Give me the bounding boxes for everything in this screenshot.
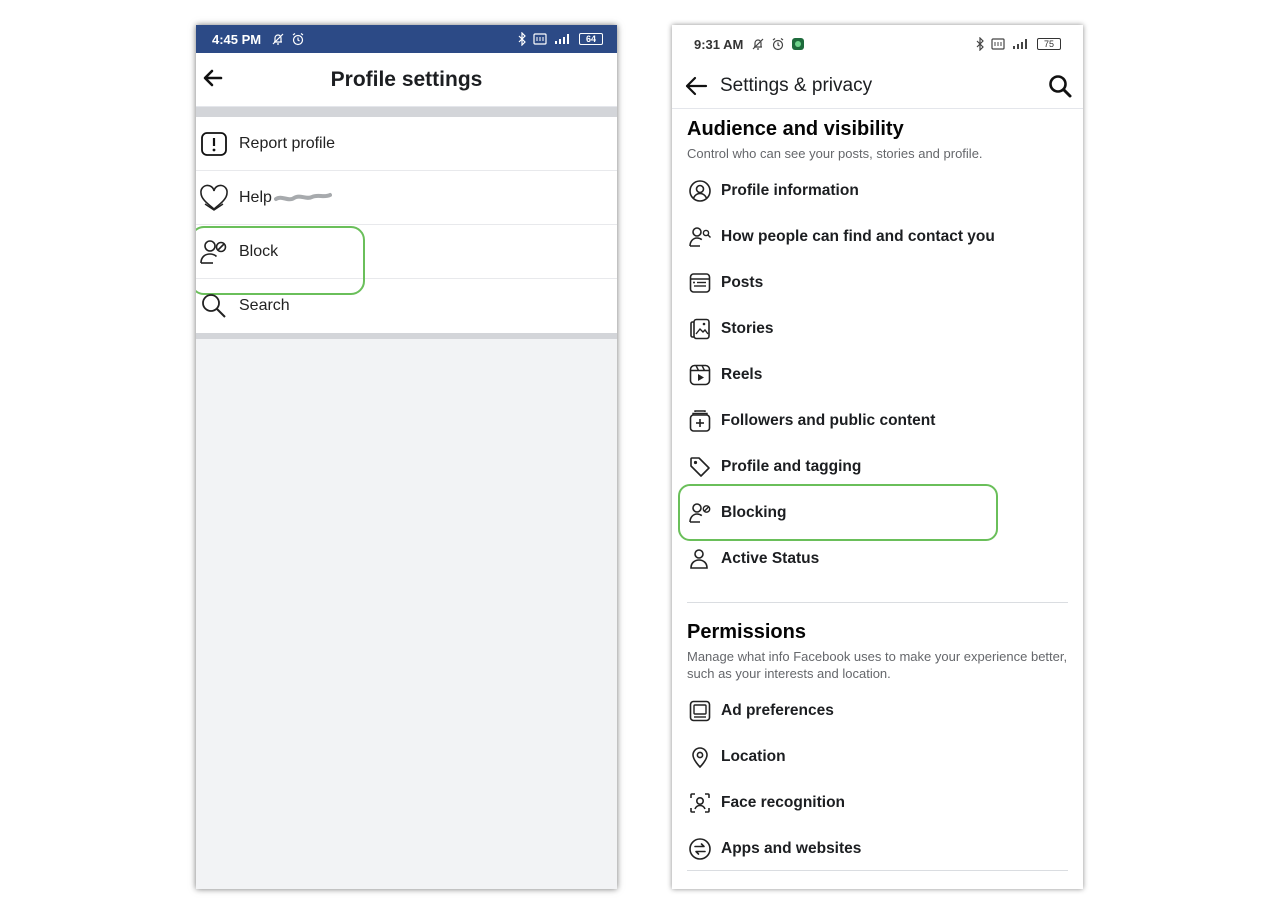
- volte-icon: [533, 33, 547, 45]
- bluetooth-icon: [517, 32, 527, 46]
- battery-indicator: 75: [1037, 38, 1061, 50]
- audience-list: Profile information How people can find …: [678, 168, 1068, 582]
- settings-item-face-recognition[interactable]: Face recognition: [687, 780, 1068, 826]
- settings-item-label: How people can find and contact you: [721, 228, 995, 245]
- permissions-section: Permissions Manage what info Facebook us…: [672, 621, 1083, 872]
- settings-item-stories[interactable]: Stories: [687, 306, 1068, 352]
- app-notification-icon: [791, 37, 805, 51]
- settings-item-apps-websites[interactable]: Apps and websites: [687, 826, 1068, 872]
- phone-screen-settings-privacy: 9:31 AM 75 Settings & privacy Audience a…: [672, 25, 1083, 889]
- status-time: 4:45 PM: [212, 31, 262, 47]
- redaction-scribble: [273, 192, 332, 204]
- bottom-divider: [687, 870, 1068, 871]
- section-description: Control who can see your posts, stories …: [687, 146, 983, 161]
- permissions-list: Ad preferences Location Face recognition…: [687, 688, 1068, 872]
- user-block-icon: [198, 236, 230, 268]
- settings-item-label: Ad preferences: [721, 702, 834, 719]
- stories-icon: [687, 316, 713, 342]
- reels-icon: [687, 362, 713, 388]
- settings-item-label: Blocking: [721, 504, 787, 521]
- signal-icon: [553, 33, 573, 45]
- section-description: Manage what info Facebook uses to make y…: [687, 649, 1068, 681]
- settings-item-find-contact[interactable]: How people can find and contact you: [687, 214, 1068, 260]
- posts-icon: [687, 270, 713, 296]
- settings-item-reels[interactable]: Reels: [687, 352, 1068, 398]
- menu-item-label: Report profile: [239, 134, 336, 152]
- status-time: 9:31 AM: [694, 36, 744, 52]
- settings-item-location[interactable]: Location: [687, 734, 1068, 780]
- page-title: Profile settings: [330, 67, 483, 91]
- bluetooth-icon: [975, 37, 985, 51]
- mute-bell-icon: [271, 32, 285, 46]
- top-app-bar: Profile settings: [196, 53, 617, 107]
- section-title: Audience and visibility: [687, 118, 904, 140]
- settings-item-label: Stories: [721, 320, 774, 337]
- section-divider: [196, 107, 617, 117]
- signal-icon: [1011, 38, 1031, 50]
- menu-item-label: Block: [239, 242, 279, 260]
- mute-bell-icon: [751, 37, 765, 51]
- location-pin-icon: [687, 744, 713, 770]
- followers-icon: [687, 408, 713, 434]
- user-block-icon: [687, 500, 713, 526]
- search-icon[interactable]: [1047, 73, 1073, 99]
- menu-item-report-profile[interactable]: Report profile: [196, 117, 617, 171]
- heart-icon: [198, 182, 230, 214]
- settings-item-label: Location: [721, 748, 786, 765]
- back-arrow-icon[interactable]: [202, 67, 224, 89]
- audience-visibility-section: Audience and visibility Control who can …: [672, 109, 1083, 603]
- top-app-bar: Settings & privacy: [672, 63, 1083, 109]
- settings-item-label: Active Status: [721, 550, 820, 567]
- section-title: Permissions: [687, 621, 806, 643]
- status-bar: 9:31 AM 75: [672, 25, 1083, 63]
- settings-item-ad-preferences[interactable]: Ad preferences: [687, 688, 1068, 734]
- face-recognition-icon: [687, 790, 713, 816]
- settings-item-label: Reels: [721, 366, 763, 383]
- menu-item-label: Search: [239, 297, 290, 314]
- battery-indicator: 64: [579, 33, 603, 45]
- volte-icon: [991, 38, 1005, 50]
- settings-item-profile-tagging[interactable]: Profile and tagging: [687, 444, 1068, 490]
- search-icon: [198, 290, 230, 322]
- alarm-icon: [291, 32, 305, 46]
- apps-websites-icon: [687, 836, 713, 862]
- menu-item-help[interactable]: Help: [196, 171, 617, 225]
- settings-item-posts[interactable]: Posts: [687, 260, 1068, 306]
- menu-item-search[interactable]: Search: [196, 279, 617, 333]
- section-divider: [687, 602, 1068, 603]
- active-status-icon: [687, 546, 713, 572]
- settings-item-label: Profile information: [721, 182, 859, 199]
- phone-screen-profile-settings: 4:45 PM 64 Profile settings Report profi…: [196, 25, 617, 889]
- settings-item-label: Profile and tagging: [721, 458, 862, 475]
- alert-box-icon: [198, 128, 230, 160]
- settings-item-profile-information[interactable]: Profile information: [687, 168, 1068, 214]
- back-arrow-icon[interactable]: [682, 72, 710, 100]
- user-circle-icon: [687, 178, 713, 204]
- settings-item-label: Face recognition: [721, 794, 846, 811]
- status-bar: 4:45 PM 64: [196, 25, 617, 53]
- alarm-icon: [771, 37, 785, 51]
- profile-settings-menu: Report profile Help Block Search: [196, 117, 617, 339]
- settings-item-label: Apps and websites: [721, 840, 862, 857]
- menu-item-block[interactable]: Block: [196, 225, 617, 295]
- menu-item-label: Help: [239, 188, 272, 206]
- tag-icon: [687, 454, 713, 480]
- settings-item-blocking[interactable]: Blocking: [678, 484, 1068, 541]
- settings-item-label: Posts: [721, 274, 764, 291]
- user-search-icon: [687, 224, 713, 250]
- ad-icon: [687, 698, 713, 724]
- settings-item-label: Followers and public content: [721, 412, 936, 429]
- page-title: Settings & privacy: [720, 74, 873, 96]
- settings-item-followers[interactable]: Followers and public content: [687, 398, 1068, 444]
- settings-item-active-status[interactable]: Active Status: [687, 536, 1068, 582]
